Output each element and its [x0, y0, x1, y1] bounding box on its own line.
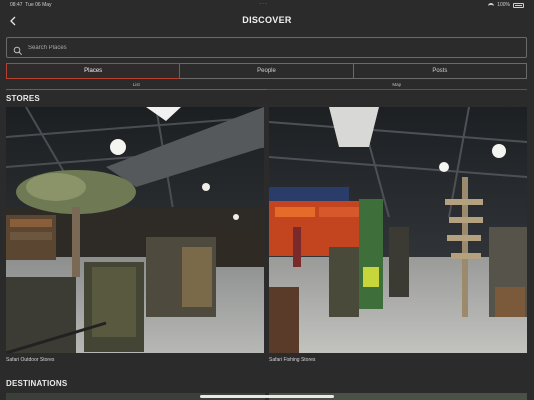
- stores-heading: STORES: [6, 94, 40, 103]
- store-card-fishing[interactable]: Safari Fishing Stores: [269, 107, 527, 363]
- top-bar: DISCOVER: [0, 10, 534, 32]
- page-title: DISCOVER: [242, 15, 292, 25]
- tab-list[interactable]: List: [6, 80, 267, 90]
- view-tabs: List Map: [6, 80, 527, 90]
- multitask-dots: ···: [259, 1, 268, 7]
- battery-icon: [513, 2, 524, 8]
- store-name-fishing: Safari Fishing Stores: [269, 357, 316, 363]
- segment-posts[interactable]: Posts: [353, 63, 527, 79]
- tab-map[interactable]: Map: [266, 80, 528, 90]
- segment-places[interactable]: Places: [6, 63, 181, 79]
- search-bar[interactable]: [6, 37, 527, 58]
- search-input[interactable]: [28, 44, 508, 51]
- segment-people[interactable]: People: [180, 63, 354, 79]
- status-bar: 08:47 Tue 06 May ··· 100%: [0, 0, 534, 10]
- wifi-icon: [488, 2, 495, 8]
- store-photo-fishing: [269, 107, 527, 353]
- destinations-heading: DESTINATIONS: [6, 379, 68, 388]
- search-icon: [13, 43, 23, 55]
- status-time: 08:47 Tue 06 May: [10, 2, 52, 8]
- battery-percent: 100%: [497, 2, 510, 8]
- segment-control: Places People Posts: [6, 63, 527, 79]
- store-name-outdoor: Safari Outdoor Stores: [6, 357, 55, 363]
- status-right: 100%: [488, 2, 524, 8]
- store-card-outdoor[interactable]: Safari Outdoor Stores: [6, 107, 264, 363]
- store-photo-outdoor: [6, 107, 264, 353]
- home-indicator[interactable]: [200, 395, 334, 398]
